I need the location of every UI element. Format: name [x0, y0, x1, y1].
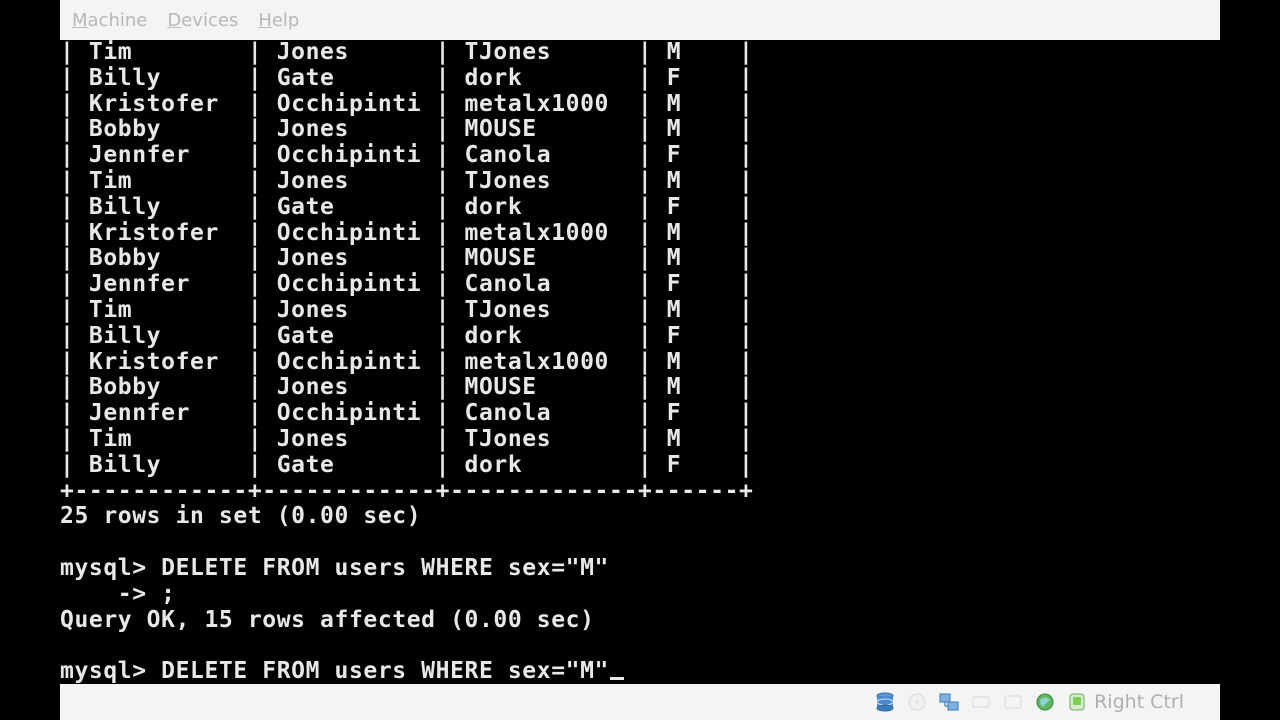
mysql-input-line[interactable]: mysql> DELETE FROM users WHERE sex="M"	[60, 658, 753, 684]
console-line: | Kristofer | Occhipinti | metalx1000 | …	[60, 219, 754, 246]
console-line: | Bobby | Jones | MOUSE | M |	[60, 116, 754, 143]
menu-machine[interactable]: Machine	[72, 10, 147, 31]
host-key-label: Right Ctrl	[1094, 691, 1184, 713]
mysql-continuation: -> ;	[60, 580, 176, 607]
shared-folder-icon[interactable]	[1002, 691, 1024, 713]
text-cursor	[610, 677, 624, 681]
console-line: | Billy | Gate | dork | F |	[60, 64, 754, 91]
console-line: | Billy | Gate | dork | F |	[60, 193, 754, 220]
result-summary: 25 rows in set (0.00 sec)	[60, 503, 422, 530]
console-line: | Kristofer | Occhipinti | metalx1000 | …	[60, 90, 754, 117]
usb-icon[interactable]	[970, 691, 992, 713]
console-line: | Tim | Jones | TJones | M |	[60, 167, 754, 194]
console-line: | Tim | Jones | TJones | M |	[60, 296, 754, 323]
console-line: | Bobby | Jones | MOUSE | M |	[60, 374, 754, 401]
console-line: | Billy | Gate | dork | F |	[60, 451, 754, 478]
console-line: | Jennfer | Occhipinti | Canola | F |	[60, 142, 754, 169]
console-line: | Billy | Gate | dork | F |	[60, 322, 754, 349]
guest-console[interactable]: | Tim | Jones | TJones | M | | Billy | Ga…	[60, 40, 1220, 684]
current-command: mysql> DELETE FROM users WHERE sex="M"	[60, 658, 609, 684]
virtualization-icon[interactable]	[1034, 691, 1056, 713]
console-line: | Tim | Jones | TJones | M |	[60, 40, 754, 65]
console-line: | Tim | Jones | TJones | M |	[60, 425, 754, 452]
query-result: Query OK, 15 rows affected (0.00 sec)	[60, 606, 595, 633]
optical-drive-icon[interactable]	[906, 691, 928, 713]
console-line: | Kristofer | Occhipinti | metalx1000 | …	[60, 348, 754, 375]
console-output: | Tim | Jones | TJones | M | | Billy | Ga…	[60, 40, 753, 684]
console-line: | Jennfer | Occhipinti | Canola | F |	[60, 400, 754, 427]
console-line: | Jennfer | Occhipinti | Canola | F |	[60, 271, 754, 298]
mouse-integration-icon[interactable]	[1066, 691, 1088, 713]
virtualbox-window: Machine Devices Help | Tim | Jones | TJo…	[0, 0, 1280, 720]
network-icon[interactable]	[938, 691, 960, 713]
statusbar: Right Ctrl	[60, 684, 1220, 720]
menubar: Machine Devices Help	[60, 0, 1220, 40]
hard-disk-icon[interactable]	[874, 691, 896, 713]
console-line: | Bobby | Jones | MOUSE | M |	[60, 245, 754, 272]
menu-help[interactable]: Help	[258, 10, 299, 31]
table-border: +------------+------------+-------------…	[60, 477, 754, 504]
menu-devices[interactable]: Devices	[167, 10, 238, 31]
mysql-command: mysql> DELETE FROM users WHERE sex="M"	[60, 554, 609, 581]
